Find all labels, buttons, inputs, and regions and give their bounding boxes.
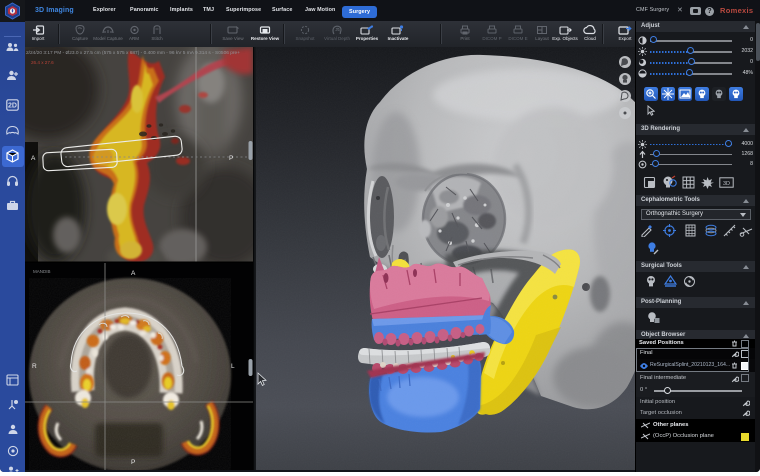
svg-text:A: A: [31, 155, 36, 162]
svg-text:L: L: [231, 363, 235, 370]
svg-text:2D: 2D: [8, 103, 17, 110]
svg-text:3D: 3D: [723, 181, 730, 187]
svg-text:MANDIB: MANDIB: [33, 269, 51, 274]
svg-text:2/24/20 3:17 PM - Ø23.0 x 27.5: 2/24/20 3:17 PM - Ø23.0 x 27.5 cm (575 x…: [26, 50, 240, 56]
svg-text:P: P: [131, 459, 135, 466]
svg-text:A: A: [131, 270, 136, 277]
svg-text:R: R: [32, 363, 37, 370]
svg-text:P: P: [229, 155, 233, 162]
svg-text:26.4 x 27.6: 26.4 x 27.6: [31, 60, 54, 65]
